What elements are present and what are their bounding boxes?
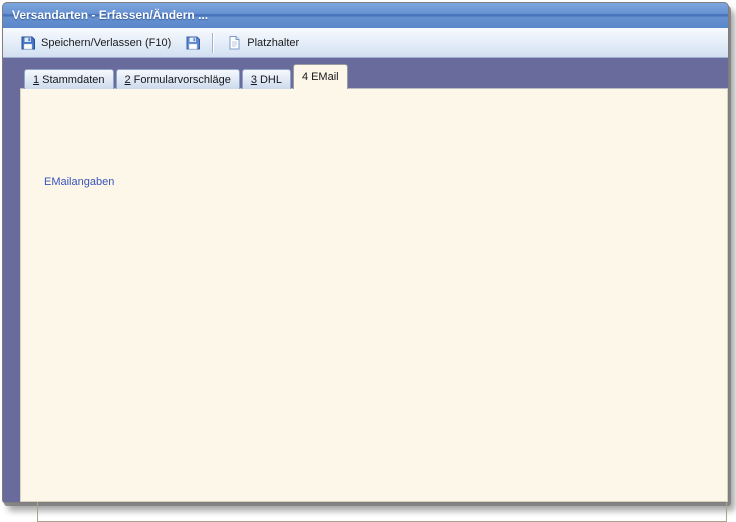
emailangaben-group-title: EMailangaben: [41, 176, 117, 188]
page-copy-icon: [226, 35, 242, 51]
placeholder-label: Platzhalter: [247, 37, 299, 49]
tab-accel: 3: [251, 74, 257, 86]
tab-label: Formularvorschläge: [134, 74, 231, 86]
tab-accel: 1: [33, 74, 39, 86]
tab-strip: 1 Stammdaten 2 Formularvorschläge 3 DHL …: [24, 64, 348, 89]
toolbar-separator: [212, 33, 213, 53]
save-exit-label: Speichern/Verlassen (F10): [41, 37, 171, 49]
tab-formularvorschlaege[interactable]: 2 Formularvorschläge: [116, 69, 240, 89]
tab-label: Stammdaten: [42, 74, 104, 86]
toolbar: Speichern/Verlassen (F10) Platzhalter: [3, 28, 728, 58]
tab-stammdaten[interactable]: 1 Stammdaten: [24, 69, 114, 89]
placeholder-button[interactable]: Platzhalter: [219, 31, 306, 55]
tab-label: EMail: [311, 71, 339, 83]
floppy-save-icon: [20, 35, 36, 51]
save-button[interactable]: [178, 31, 208, 55]
email-tab-page: [20, 88, 728, 502]
floppy-icon: [185, 35, 201, 51]
tab-dhl[interactable]: 3 DHL: [242, 69, 291, 89]
tab-accel: 2: [125, 74, 131, 86]
title-bar[interactable]: Versandarten - Erfassen/Ändern ...: [3, 3, 728, 28]
save-exit-button[interactable]: Speichern/Verlassen (F10): [13, 31, 178, 55]
window-title: Versandarten - Erfassen/Ändern ...: [3, 3, 728, 22]
tab-accel: 4: [302, 71, 308, 83]
tab-label: DHL: [260, 74, 282, 86]
tab-email[interactable]: 4 EMail: [293, 64, 348, 89]
